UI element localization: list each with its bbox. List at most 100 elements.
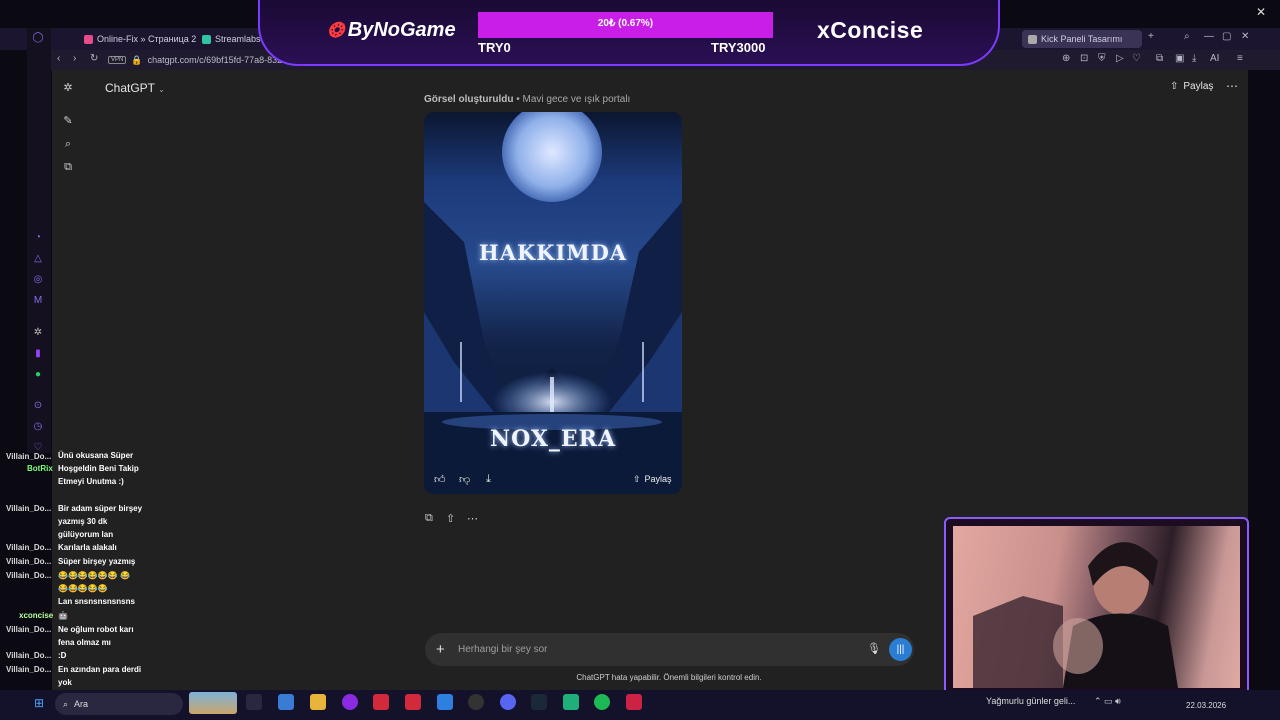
- share-message-icon[interactable]: ⇧: [446, 512, 455, 525]
- goal-progress-text: 20₺ (0.67%): [597, 18, 654, 29]
- vpn-badge[interactable]: VPN: [108, 56, 127, 64]
- chat-message: Lan snsnsnsnsnsns: [58, 597, 135, 606]
- taskbar-search[interactable]: ⌕ Ara: [55, 693, 183, 715]
- obs-icon[interactable]: [468, 694, 484, 710]
- overlay-close-icon[interactable]: ✕: [1256, 5, 1266, 19]
- menu-icon[interactable]: ≡: [1237, 53, 1243, 64]
- chat-user: xconcise: [19, 611, 54, 620]
- pin-icon[interactable]: ⊕: [1062, 53, 1070, 64]
- whatsapp-icon[interactable]: ●: [32, 369, 44, 381]
- image-footer-text: NOX_ERA: [489, 426, 617, 452]
- disclaimer: ChatGPT hata yapabilir. Önemli bilgileri…: [576, 673, 762, 682]
- more-actions-icon[interactable]: ⋯: [467, 512, 478, 525]
- chat-user: Villain_Do...: [6, 625, 52, 634]
- minimize-icon[interactable]: —: [1204, 31, 1214, 42]
- search-icon[interactable]: ⌕: [61, 137, 75, 151]
- history-icon[interactable]: ◷: [32, 421, 44, 433]
- chat-message: Hoşgeldin Beni Takip Etmeyi Unutma :): [58, 464, 139, 486]
- openai-logo-icon[interactable]: ✲: [61, 81, 75, 95]
- file-explorer-icon[interactable]: [310, 694, 326, 710]
- model-selector[interactable]: ChatGPT ⌄: [105, 81, 165, 95]
- chat-message: Süper birşey yazmış: [58, 557, 136, 566]
- game-icon[interactable]: [626, 694, 642, 710]
- thumbs-up-icon[interactable]: 👍︎: [434, 473, 446, 486]
- player-icon[interactable]: ⊙: [32, 400, 44, 412]
- wallet-icon[interactable]: ▣: [1175, 53, 1184, 64]
- chat-message: 🤖: [58, 611, 68, 620]
- search-icon: ⌕: [63, 698, 69, 709]
- chat-user: Villain_Do...: [6, 504, 52, 513]
- image-share-button[interactable]: ⇧ Paylaş: [633, 474, 672, 485]
- webcam-feed: [953, 526, 1240, 688]
- system-tray-icons[interactable]: ⌃ ▭ 🔊︎: [1094, 696, 1121, 707]
- thumbs-down-icon[interactable]: 👎︎: [459, 473, 470, 486]
- snapshot-icon[interactable]: ⊡: [1080, 53, 1088, 64]
- heart-icon[interactable]: ♡: [1132, 53, 1141, 64]
- copy-icon[interactable]: ⧉: [425, 512, 433, 525]
- news-widget[interactable]: Yağmurlu günler geli...: [986, 696, 1075, 706]
- new-tab-icon[interactable]: +: [1148, 31, 1154, 42]
- new-chat-icon[interactable]: ✎: [61, 114, 75, 128]
- extensions-icon[interactable]: ⧉: [1156, 53, 1163, 64]
- voicemod-icon[interactable]: [373, 694, 389, 710]
- tab-online-fix[interactable]: Online-Fix » Страница 2: [78, 30, 202, 48]
- taskbar-date[interactable]: 22.03.2026: [1186, 701, 1226, 710]
- image-title-text: HAKKIMDA: [478, 240, 628, 265]
- address-text: chatgpt.com/c/69bf15fd-77a8-832c-: [147, 55, 290, 65]
- task-view-icon[interactable]: [246, 694, 262, 710]
- share-icon: ⇧: [633, 474, 641, 484]
- more-options-icon[interactable]: ⋯: [1226, 79, 1238, 93]
- kick-app-icon[interactable]: [563, 694, 579, 710]
- aria-icon[interactable]: ◔: [32, 232, 44, 244]
- prompt-input[interactable]: Herhangi bir şey sor: [458, 644, 547, 655]
- search-highlight-image[interactable]: [189, 692, 237, 714]
- flame-icon: ❂: [327, 20, 344, 42]
- messenger-icon[interactable]: ◎: [32, 274, 44, 286]
- shield-icon[interactable]: ⛨: [1098, 53, 1106, 64]
- music-icon[interactable]: M: [32, 295, 44, 307]
- download-icon[interactable]: ⤓: [1192, 53, 1196, 64]
- twitch-icon[interactable]: ▮: [32, 348, 44, 360]
- tab-favicon-icon: [1028, 34, 1037, 44]
- store-icon[interactable]: [278, 694, 294, 710]
- tab-search-icon[interactable]: ⌕: [1184, 31, 1190, 42]
- forward-icon[interactable]: ›: [73, 53, 76, 64]
- voicemod-meter-icon[interactable]: [405, 694, 421, 710]
- share-icon: ⇧: [1170, 81, 1179, 92]
- opera-icon[interactable]: [342, 694, 358, 710]
- stream-chat: Villain_Do... Ünü okusana Süper BotRix H…: [0, 451, 240, 690]
- mic-icon[interactable]: 🎙︎: [867, 642, 881, 655]
- image-download-icon[interactable]: ⤓: [486, 473, 491, 486]
- attach-plus-icon[interactable]: +: [436, 641, 445, 658]
- chat-message: Bir adam süper birşey yazmış 30 dk gülüy…: [58, 504, 143, 539]
- chat-user: BotRix: [27, 464, 53, 473]
- chat-user: Villain_Do...: [6, 665, 52, 674]
- tab-kick-panel[interactable]: Kick Paneli Tasarımı: [1022, 30, 1142, 48]
- share-button[interactable]: ⇧ Paylaş: [1170, 81, 1213, 92]
- reload-icon[interactable]: ↻: [90, 53, 98, 64]
- discord-icon[interactable]: [500, 694, 516, 710]
- workspace-icon[interactable]: △: [32, 253, 44, 265]
- steam-icon[interactable]: [531, 694, 547, 710]
- tab-favicon-icon: [202, 34, 211, 44]
- aria-ai-button[interactable]: AI: [1210, 53, 1219, 64]
- opera-logo-icon[interactable]: ◯: [32, 32, 44, 44]
- chat-message: :D: [58, 651, 67, 660]
- window-close-icon[interactable]: ✕: [1241, 31, 1249, 42]
- goal-max-label: TRY3000: [711, 40, 766, 55]
- chat-message: Ünü okusana Süper: [58, 451, 134, 460]
- goal-min-label: TRY0: [478, 40, 511, 55]
- chat-user: Villain_Do...: [6, 571, 52, 580]
- start-icon[interactable]: ⊞: [34, 696, 44, 710]
- chat-user: Villain_Do...: [6, 651, 52, 660]
- back-icon[interactable]: ‹: [57, 53, 60, 64]
- voice-mode-button[interactable]: |||: [889, 638, 912, 661]
- streamer-brand: xConcise: [817, 17, 924, 43]
- app-icon[interactable]: [437, 694, 453, 710]
- chatgpt-sidebar-icon[interactable]: ✲: [32, 327, 44, 339]
- play-icon[interactable]: ▷: [1116, 53, 1124, 64]
- maximize-icon[interactable]: ▢: [1222, 31, 1231, 42]
- spotify-icon[interactable]: [594, 694, 610, 710]
- chat-user: Villain_Do...: [6, 452, 52, 461]
- library-icon[interactable]: ⧉: [61, 160, 75, 174]
